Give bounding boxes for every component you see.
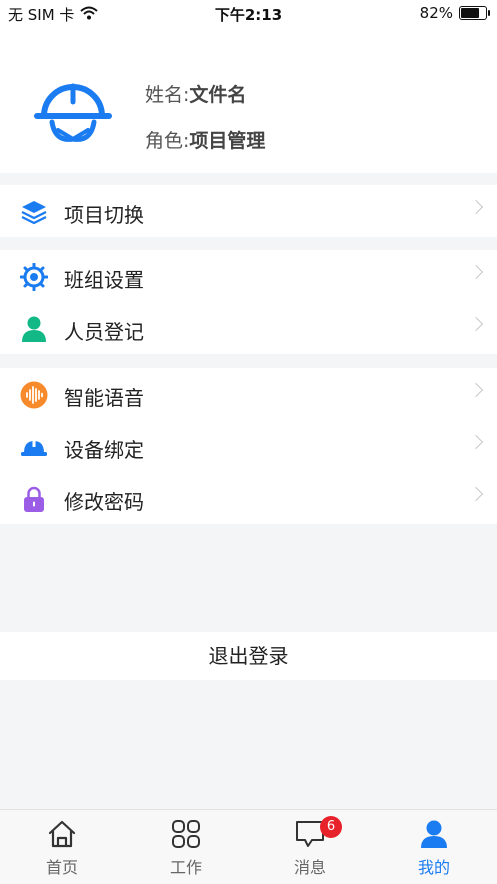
status-right: 82% xyxy=(419,4,490,22)
role-label: 角色: xyxy=(145,130,190,152)
menu-item-label: 设备绑定 xyxy=(64,438,144,462)
home-icon xyxy=(0,818,124,850)
menu-group-3: 智能语音 设备绑定 修改密码 xyxy=(0,368,497,524)
name-value: 文件名 xyxy=(189,84,247,106)
user-icon xyxy=(372,818,496,850)
chevron-right-icon xyxy=(468,382,484,398)
hardhat-avatar-icon xyxy=(34,76,112,146)
tab-label: 首页 xyxy=(45,858,78,877)
message-badge: 6 xyxy=(320,816,342,838)
menu-item-personnel-registration[interactable]: 人员登记 xyxy=(0,302,497,354)
tab-bar: 首页 工作 6 消息 我的 xyxy=(0,809,497,884)
chevron-right-icon xyxy=(468,434,484,450)
tab-label: 消息 xyxy=(293,858,326,877)
menu-group-2: 班组设置 人员登记 xyxy=(0,250,497,354)
chevron-right-icon xyxy=(468,486,484,502)
battery-icon xyxy=(459,6,490,20)
grid-icon xyxy=(124,818,248,850)
name-label: 姓名: xyxy=(145,84,190,106)
chevron-right-icon xyxy=(468,264,484,280)
lock-icon xyxy=(20,485,48,513)
menu-item-team-settings[interactable]: 班组设置 xyxy=(0,250,497,302)
message-icon: 6 xyxy=(248,816,372,850)
tab-label: 工作 xyxy=(169,858,202,877)
profile-name-line: 姓名:文件名 xyxy=(145,80,246,107)
chevron-right-icon xyxy=(468,199,484,215)
person-icon xyxy=(20,315,48,343)
menu-item-project-switch[interactable]: 项目切换 xyxy=(0,185,497,237)
gear-icon xyxy=(20,263,48,291)
menu-item-smart-voice[interactable]: 智能语音 xyxy=(0,368,497,420)
tab-messages[interactable]: 6 消息 xyxy=(248,816,372,878)
tab-mine[interactable]: 我的 xyxy=(372,818,496,878)
logout-button[interactable]: 退出登录 xyxy=(0,632,497,680)
menu-item-label: 修改密码 xyxy=(64,490,144,514)
menu-item-label: 班组设置 xyxy=(64,268,144,292)
menu-item-label: 项目切换 xyxy=(64,203,144,227)
profile-card: 姓名:文件名 角色:项目管理 xyxy=(0,28,497,173)
tab-label: 我的 xyxy=(417,858,450,877)
battery-percent: 82% xyxy=(419,4,453,22)
menu-item-label: 人员登记 xyxy=(64,320,144,344)
tab-home[interactable]: 首页 xyxy=(0,818,124,878)
hardhat-icon xyxy=(20,433,48,461)
menu-item-change-password[interactable]: 修改密码 xyxy=(0,472,497,524)
voice-icon xyxy=(20,381,48,409)
profile-role-line: 角色:项目管理 xyxy=(145,126,265,153)
tab-work[interactable]: 工作 xyxy=(124,818,248,878)
menu-item-label: 智能语音 xyxy=(64,386,144,410)
chevron-right-icon xyxy=(468,316,484,332)
role-value: 项目管理 xyxy=(189,130,266,152)
menu-group-1: 项目切换 xyxy=(0,185,497,237)
layers-icon xyxy=(20,198,48,226)
menu-item-device-binding[interactable]: 设备绑定 xyxy=(0,420,497,472)
status-bar: 无 SIM 卡 下午2:13 82% xyxy=(0,0,497,28)
